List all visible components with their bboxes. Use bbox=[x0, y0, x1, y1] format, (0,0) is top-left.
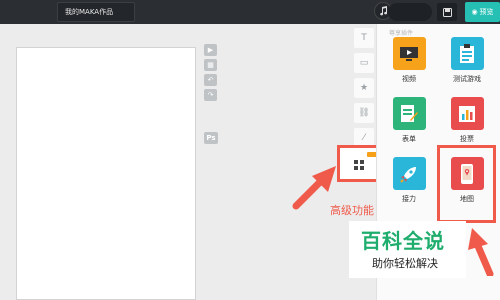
app-vote[interactable]: 投票 bbox=[447, 97, 487, 144]
work-title-field[interactable]: 我的MAKA作品 bbox=[57, 2, 135, 22]
video-tile bbox=[392, 37, 426, 70]
watermark-main: 百科全说 bbox=[361, 229, 445, 253]
tool-column: T ▭ ★ ⛓ ⁄ bbox=[352, 28, 376, 153]
redo-icon[interactable]: ↷ bbox=[204, 89, 217, 101]
app-video[interactable]: 视频 bbox=[389, 37, 429, 84]
watermark-logo: 百科全说 助你轻松解决 bbox=[349, 221, 466, 278]
watermark-sub: 助你轻松解决 bbox=[372, 257, 438, 270]
map-highlight-box bbox=[437, 145, 496, 223]
link-icon[interactable]: ⛓ bbox=[354, 103, 374, 123]
advanced-feature-label: 高级功能 bbox=[330, 204, 374, 217]
vote-tile bbox=[450, 97, 484, 130]
panel-title: 尊享插件 bbox=[389, 30, 414, 37]
app-label: 表单 bbox=[402, 135, 416, 143]
bar-chart-icon bbox=[459, 105, 475, 122]
app-label: 测试游戏 bbox=[453, 75, 481, 83]
app-label: 接力 bbox=[402, 195, 416, 203]
app-label: 视频 bbox=[402, 75, 416, 83]
top-bar: 我的MAKA作品 ◉ 预览 bbox=[0, 0, 500, 24]
canvas-mini-tools: ▶ ▦ ↶ ↷ bbox=[204, 44, 218, 104]
relay-tile bbox=[392, 157, 426, 190]
app-relay[interactable]: 接力 bbox=[389, 157, 429, 204]
ps-button[interactable]: Ps bbox=[204, 132, 218, 144]
arrow-to-map-icon bbox=[468, 228, 494, 276]
grid-icon[interactable]: ▦ bbox=[204, 59, 217, 71]
rocket-icon bbox=[400, 166, 416, 183]
play-icon[interactable]: ▶ bbox=[204, 44, 217, 56]
preview-label: 预览 bbox=[479, 8, 494, 16]
eye-icon: ◉ bbox=[471, 8, 478, 16]
form-tile bbox=[392, 97, 426, 130]
advanced-feature-button[interactable] bbox=[337, 145, 381, 182]
clipboard-icon bbox=[460, 43, 474, 63]
app-test-game[interactable]: 测试游戏 bbox=[447, 37, 487, 84]
page-canvas[interactable] bbox=[16, 47, 196, 300]
video-icon bbox=[400, 46, 418, 61]
test-game-tile bbox=[450, 37, 484, 70]
form-edit-icon bbox=[401, 104, 418, 122]
preview-button[interactable]: ◉ 预览 bbox=[465, 2, 500, 22]
undo-icon[interactable]: ↶ bbox=[204, 74, 217, 86]
music-note-icon bbox=[380, 6, 388, 16]
save-button[interactable] bbox=[437, 3, 457, 21]
text-icon[interactable]: T bbox=[354, 28, 374, 48]
app-label: 投票 bbox=[460, 135, 474, 143]
app-form[interactable]: 表单 bbox=[389, 97, 429, 144]
star-icon[interactable]: ★ bbox=[354, 78, 374, 98]
toolbar-pill[interactable] bbox=[388, 3, 432, 21]
save-icon bbox=[442, 7, 452, 17]
image-icon[interactable]: ▭ bbox=[354, 53, 374, 73]
work-title: 我的MAKA作品 bbox=[65, 8, 114, 16]
grid-apps-icon bbox=[354, 160, 364, 170]
